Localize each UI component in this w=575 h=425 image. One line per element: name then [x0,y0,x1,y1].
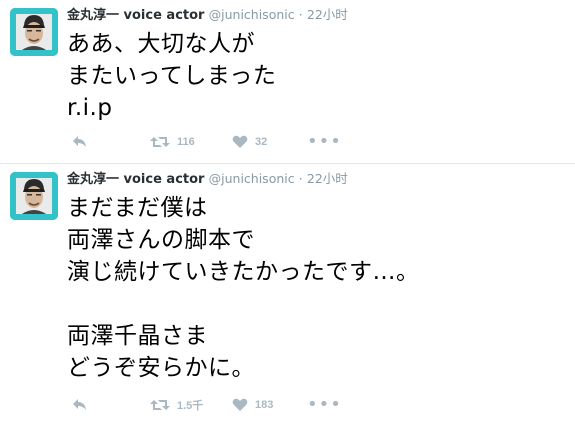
retweet-count: 1.5千 [177,400,204,412]
tweet-text: まだまだ僕は 両澤さんの脚本で 演じ続けていきたかったです…。 両澤千晶さま ど… [67,192,420,384]
timestamp[interactable]: 22小时 [307,171,348,186]
tweet-actions: 1.5千 183 ••• [67,395,367,415]
heart-icon [232,135,248,148]
tweet-text-line: 両澤さんの脚本で [67,227,255,253]
tweet-text-line: r.i.p [67,95,113,121]
fullname[interactable]: 金丸淳一 voice actor [67,172,204,187]
fullname[interactable]: 金丸淳一 voice actor [67,8,204,23]
tweet-header: 金丸淳一 voice actor @junichisonic · 22小时 [67,6,348,25]
avatar[interactable] [10,172,58,220]
tweet-header: 金丸淳一 voice actor @junichisonic · 22小时 [67,170,348,189]
tweet[interactable]: 金丸淳一 voice actor @junichisonic · 22小时 ああ… [0,0,575,163]
username[interactable]: @junichisonic [209,171,295,186]
heart-icon [232,398,248,411]
retweet-count: 116 [177,136,195,148]
reply-icon [73,399,86,410]
like-count: 32 [255,136,268,148]
tweet-text-line: またいってしまった [67,63,277,89]
more-button[interactable]: ••• [307,395,342,415]
like-button[interactable]: 32 [232,132,267,152]
retweet-button[interactable]: 116 [150,132,195,152]
tweet-actions: 116 32 ••• [67,132,367,152]
like-count: 183 [255,399,274,411]
tweet[interactable]: 金丸淳一 voice actor @junichisonic · 22小时 まだ… [0,164,575,425]
tweet-text-line: まだまだ僕は [67,195,208,221]
retweet-button[interactable]: 1.5千 [150,395,203,415]
reply-button[interactable] [72,132,88,152]
reply-icon [73,136,86,147]
retweet-icon [150,400,170,410]
avatar[interactable] [10,8,58,56]
reply-button[interactable] [72,395,88,415]
tweet-text: ああ、大切な人が またいってしまった r.i.p [67,28,276,124]
username[interactable]: @junichisonic [209,7,295,22]
timestamp[interactable]: 22小时 [307,7,348,22]
more-icon: ••• [307,394,342,415]
tweet-text-line: 両澤千晶さま [67,323,208,349]
tweet-text-line: ああ、大切な人が [67,31,255,57]
more-icon: ••• [307,131,342,152]
separator: · [298,7,303,22]
like-button[interactable]: 183 [232,395,273,415]
more-button[interactable]: ••• [307,132,342,152]
retweet-icon [150,137,170,147]
separator: · [298,171,303,186]
tweet-text-line: 演じ続けていきたかったです…。 [67,259,420,285]
tweet-text-line: どうぞ安らかに。 [67,355,255,381]
